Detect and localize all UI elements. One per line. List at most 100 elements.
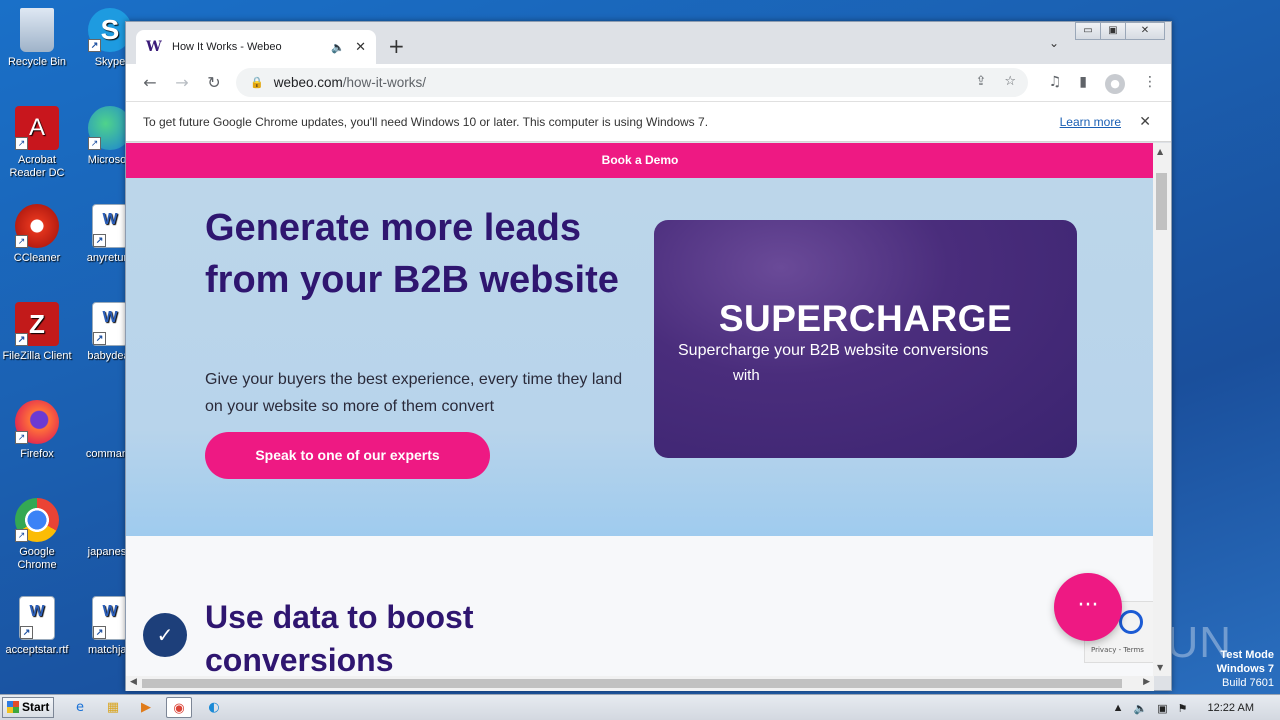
window-close-button[interactable]: ✕ — [1125, 22, 1165, 40]
media-player-icon[interactable]: ▶ — [133, 697, 159, 718]
speak-to-expert-button[interactable]: Speak to one of our experts — [205, 432, 490, 479]
webeo-favicon-icon: W — [146, 39, 162, 55]
desktop-icon-label: Firefox — [20, 448, 54, 460]
network-icon[interactable]: ▣ — [1157, 702, 1167, 715]
video-caption-continued: with — [733, 367, 760, 384]
scroll-right-arrow-icon[interactable]: ▶ — [1143, 677, 1150, 687]
file-explorer-icon[interactable]: ▦ — [100, 697, 126, 718]
chrome-icon: ↗ — [15, 498, 59, 542]
window-controls: ▭ ▣ ✕ — [1075, 22, 1165, 40]
infobar-message: To get future Google Chrome updates, you… — [143, 114, 709, 129]
desktop-icon-acrobat[interactable]: A ↗ Acrobat Reader DC — [0, 106, 74, 180]
profile-avatar-icon[interactable]: ● — [1105, 74, 1125, 94]
maximize-button[interactable]: ▣ — [1100, 22, 1126, 40]
recaptcha-links[interactable]: Privacy - Terms — [1091, 646, 1144, 654]
test-mode-line: Test Mode — [1220, 649, 1274, 661]
minimize-button[interactable]: ▭ — [1075, 22, 1101, 40]
browser-toolbar: ← → ↻ 🔒 webeo.com/how-it-works/ ⇪ ☆ ♫ ▮ … — [126, 64, 1171, 101]
hero-heading: Generate more leads from your B2B websit… — [205, 207, 619, 301]
scroll-left-arrow-icon[interactable]: ◀ — [130, 677, 137, 687]
word-doc-icon: W ↗ — [92, 204, 128, 248]
action-center-flag-icon[interactable]: ⚑ — [1178, 702, 1188, 715]
windows-logo-icon — [7, 701, 19, 713]
desktop-icon-ccleaner[interactable]: ↗ CCleaner — [0, 204, 74, 265]
horizontal-scroll-thumb[interactable] — [142, 679, 1122, 688]
tab-search-icon[interactable]: ⌄ — [1049, 36, 1059, 50]
edge-taskbar-icon[interactable]: ◐ — [201, 697, 227, 718]
firefox-icon: ↗ — [15, 400, 59, 444]
tab-how-it-works[interactable]: W How It Works - Webeo 🔈 ✕ — [136, 30, 376, 64]
horizontal-scrollbar[interactable]: ◀ ▶ — [126, 676, 1154, 691]
reload-icon[interactable]: ↻ — [198, 73, 230, 92]
filezilla-icon: Z ↗ — [15, 302, 59, 346]
desktop-icon-label: CCleaner — [13, 252, 61, 264]
clock[interactable]: 12:22 AM — [1208, 702, 1254, 714]
desktop-icon-label: Google Chrome — [17, 546, 57, 571]
desktop-icon-label: Acrobat Reader DC — [9, 154, 65, 179]
video-title: SUPERCHARGE — [718, 298, 1013, 339]
internet-explorer-icon[interactable]: e — [67, 697, 93, 718]
vertical-scrollbar[interactable]: ▲ ▼ — [1153, 143, 1171, 676]
url-host: webeo.com — [273, 75, 343, 90]
hero-section: Generate more leads from your B2B websit… — [126, 178, 1154, 536]
tab-strip: W How It Works - Webeo 🔈 ✕ + ⌄ ▭ ▣ ✕ — [126, 22, 1171, 64]
tab-title: How It Works - Webeo — [172, 41, 282, 53]
recycle-bin-icon — [20, 8, 54, 52]
build-line: Build 7601 — [1222, 677, 1274, 689]
side-panel-icon[interactable]: ▮ — [1079, 74, 1087, 94]
forward-arrow-icon[interactable]: → — [166, 73, 198, 92]
kebab-menu-icon[interactable]: ⋮ — [1143, 74, 1157, 94]
audio-playing-icon[interactable]: 🔈 — [331, 41, 345, 54]
tab-close-icon[interactable]: ✕ — [355, 40, 366, 55]
start-label: Start — [22, 700, 50, 714]
scroll-up-arrow-icon[interactable]: ▲ — [1157, 147, 1163, 156]
tray-expand-icon[interactable]: ▲ — [1113, 702, 1124, 714]
desktop-icon-filezilla[interactable]: Z ↗ FileZilla Client — [0, 302, 74, 363]
system-tray: ▲ 🔈 ▣ ⚑ 12:22 AM — [1113, 695, 1280, 720]
desktop-icon-google-chrome[interactable]: ↗ Google Chrome — [0, 498, 74, 572]
scroll-down-arrow-icon[interactable]: ▼ — [1157, 663, 1163, 672]
omnibox-actions: ⇪ ☆ — [975, 74, 1016, 89]
back-arrow-icon[interactable]: ← — [134, 73, 166, 92]
infobar-close-icon[interactable]: ✕ — [1139, 113, 1151, 130]
section-heading: Use data to boost conversions — [205, 599, 474, 676]
chrome-taskbar-icon[interactable]: ◉ — [166, 697, 192, 718]
desktop-icon-label: FileZilla Client — [2, 350, 72, 362]
desktop-icon-label: acceptstar.rtf — [5, 644, 69, 656]
media-controls-icon[interactable]: ♫ — [1049, 74, 1062, 94]
desktop-icon-label: Recycle Bin — [7, 56, 67, 68]
hero-subheading: Give your buyers the best experience, ev… — [205, 371, 623, 415]
taskbar: Start e ▦ ▶ ◉ ◐ ▲ 🔈 ▣ ⚑ 12:22 AM — [0, 694, 1280, 720]
ccleaner-icon: ↗ — [15, 204, 59, 248]
new-tab-button[interactable]: + — [388, 34, 405, 58]
url-text: webeo.com/how-it-works/ — [274, 75, 426, 90]
recaptcha-icon — [1119, 610, 1143, 634]
lock-icon[interactable]: 🔒 — [250, 76, 264, 89]
desktop-icon-acceptstar[interactable]: W ↗ acceptstar.rtf — [0, 596, 74, 657]
vertical-scroll-thumb[interactable] — [1156, 173, 1167, 230]
chat-icon: ··· — [1077, 593, 1099, 618]
update-infobar: To get future Google Chrome updates, you… — [126, 101, 1171, 142]
share-icon[interactable]: ⇪ — [975, 74, 986, 89]
desktop-icon-recycle-bin[interactable]: Recycle Bin — [0, 8, 74, 69]
start-button[interactable]: Start — [2, 697, 54, 718]
toolbar-actions: ♫ ▮ ● ⋮ — [1049, 74, 1157, 94]
video-caption: Supercharge your B2B website conversions — [678, 342, 989, 359]
volume-icon[interactable]: 🔈 — [1134, 702, 1148, 715]
chat-bubble-button[interactable]: ··· — [1054, 573, 1122, 641]
learn-more-link[interactable]: Learn more — [1060, 115, 1121, 129]
address-bar[interactable]: 🔒 webeo.com/how-it-works/ ⇪ ☆ — [236, 68, 1028, 97]
data-section: ✓ Use data to boost conversions Privacy … — [126, 536, 1154, 676]
url-path: /how-it-works/ — [342, 75, 427, 90]
page-viewport: Book a Demo Generate more leads from you… — [126, 143, 1154, 676]
bookmark-star-icon[interactable]: ☆ — [1004, 74, 1016, 89]
test-mode-notice: Test Mode Windows 7 Build 7601 — [1217, 648, 1274, 690]
word-doc-icon: W ↗ — [92, 302, 128, 346]
desktop-icon-firefox[interactable]: ↗ Firefox — [0, 400, 74, 461]
acrobat-icon: A ↗ — [15, 106, 59, 150]
word-doc-icon: W ↗ — [19, 596, 55, 640]
speed-check-icon: ✓ — [143, 613, 187, 657]
supercharge-video[interactable]: SUPERCHARGE Supercharge your B2B website… — [654, 220, 1077, 458]
book-demo-banner[interactable]: Book a Demo — [126, 143, 1154, 178]
word-doc-icon: W ↗ — [92, 596, 128, 640]
